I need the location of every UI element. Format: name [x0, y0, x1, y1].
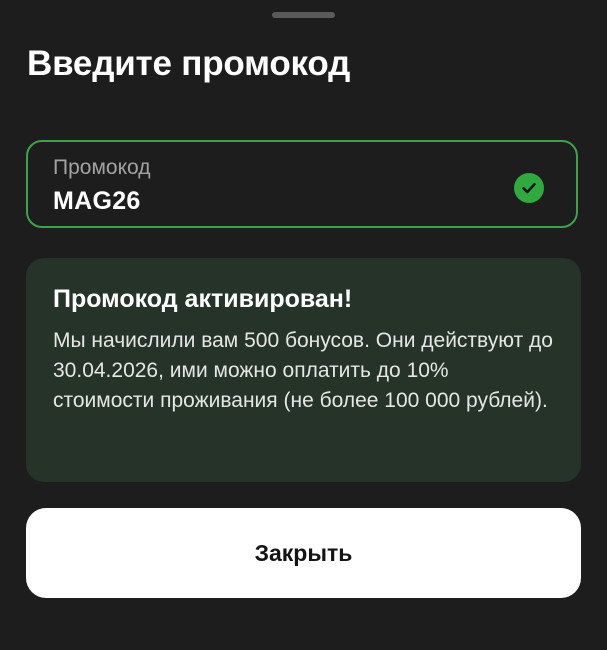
sheet-title: Введите промокод [27, 44, 351, 83]
promo-activated-title: Промокод активирован! [53, 285, 353, 313]
promo-code-label: Промокод [53, 156, 151, 179]
sheet-drag-handle[interactable] [272, 12, 335, 18]
promo-activated-card: Промокод активирован! Мы начислили вам 5… [26, 258, 581, 482]
promo-code-value[interactable]: MAG26 [53, 187, 141, 216]
promo-activated-message: Мы начислили вам 500 бонусов. Они действ… [53, 329, 553, 412]
check-circle-icon [514, 173, 544, 203]
promo-code-sheet: Введите промокод Промокод MAG26 Промокод… [0, 0, 607, 650]
promo-code-field[interactable]: Промокод MAG26 [26, 140, 578, 228]
close-button[interactable]: Закрыть [26, 508, 581, 598]
